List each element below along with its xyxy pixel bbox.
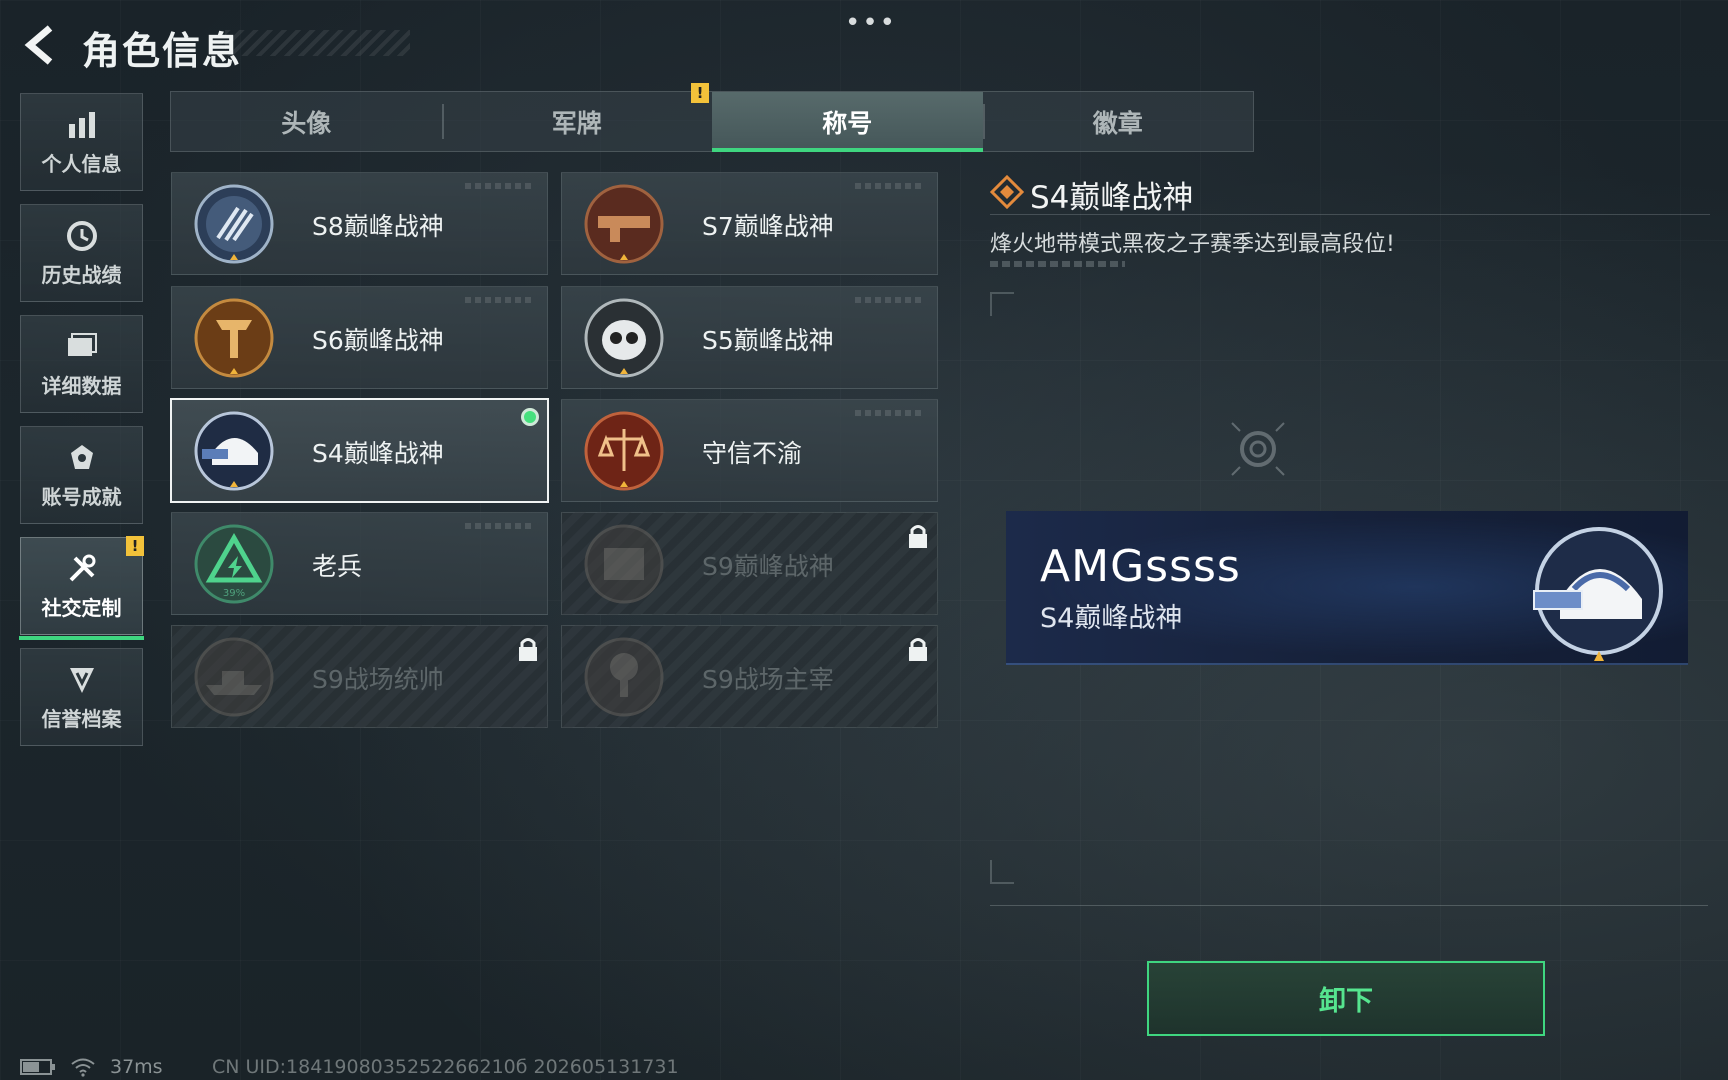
veteran-emblem-icon: 39%	[194, 524, 274, 604]
description-decoration	[990, 261, 1125, 267]
title-card-s5[interactable]: S5巅峰战神	[561, 286, 938, 389]
title-name: S6巅峰战神	[312, 326, 444, 355]
s4-large-emblem-icon	[1533, 527, 1663, 661]
detail-description: 烽火地带模式黑夜之子赛季达到最高段位!	[990, 232, 1395, 257]
nav-label: 社交定制	[41, 595, 122, 620]
status-bar: 37ms	[20, 1056, 163, 1078]
title-card-s9-dominator-locked[interactable]: S9战场主宰	[561, 625, 938, 728]
wifi-icon	[71, 1058, 95, 1077]
nav-item-achievements[interactable]: 账号成就	[20, 426, 143, 524]
veteran-progress: 39%	[223, 588, 245, 599]
nav-label: 个人信息	[41, 151, 122, 176]
banner-title: S4巅峰战神	[1040, 603, 1183, 634]
title-card-s7[interactable]: S7巅峰战神	[561, 172, 938, 275]
card-decoration	[855, 297, 925, 303]
title-name: S7巅峰战神	[702, 212, 834, 241]
tab-alert-badge: !	[691, 83, 709, 103]
lock-icon	[909, 525, 927, 548]
tab-label: 军牌	[551, 108, 602, 138]
card-decoration	[855, 183, 925, 189]
unequip-button[interactable]: 卸下	[1147, 961, 1545, 1036]
title-name: S4巅峰战神	[312, 439, 444, 468]
nav-item-match-history[interactable]: 历史战绩	[20, 204, 143, 302]
bar-chart-icon	[68, 111, 95, 138]
battery-icon	[20, 1059, 55, 1075]
lock-icon	[519, 638, 537, 661]
nav-label: 历史战绩	[41, 262, 122, 287]
title-name: S8巅峰战神	[312, 212, 444, 241]
title-card-s4[interactable]: S4巅峰战神	[170, 398, 549, 503]
nav-item-detailed-data[interactable]: 详细数据	[20, 315, 143, 413]
nav-label: 信誉档案	[41, 706, 122, 731]
tab-dog-tag[interactable]: 军牌	[441, 92, 713, 151]
shield-icon	[69, 667, 94, 693]
clock-icon	[66, 220, 97, 251]
player-name: AMGssss	[1040, 541, 1241, 592]
title-decoration	[225, 30, 410, 56]
title-name: 守信不渝	[702, 439, 803, 468]
side-nav: 个人信息 历史战绩 详细数据 账号成就 社交定制 ! 信誉档案	[19, 93, 144, 759]
title-preview-banner: AMGssss S4巅峰战神	[1006, 511, 1688, 665]
card-decoration	[465, 297, 535, 303]
nav-label: 账号成就	[41, 484, 122, 509]
title-card-s9-commander-locked[interactable]: S9战场统帅	[171, 625, 548, 728]
title-name: S5巅峰战神	[702, 326, 834, 355]
s9-dominator-emblem-icon	[584, 637, 664, 717]
frame-corner	[990, 292, 1014, 316]
s7-emblem-icon	[584, 184, 664, 264]
nav-item-social-custom[interactable]: 社交定制 !	[19, 536, 144, 640]
s4-emblem-icon	[194, 411, 274, 491]
s6-emblem-icon	[194, 298, 274, 378]
achievement-icon	[70, 444, 93, 469]
tab-titles[interactable]: 称号	[712, 92, 983, 152]
crosshair-icon	[1231, 422, 1285, 476]
page-title: 角色信息	[82, 29, 243, 73]
title-card-s9-locked[interactable]: S9巅峰战神	[561, 512, 938, 615]
back-arrow-icon[interactable]	[20, 22, 66, 68]
nav-label: 详细数据	[41, 373, 122, 398]
title-name: S9战场统帅	[312, 665, 444, 694]
frame-corner	[990, 860, 1014, 884]
title-card-s6[interactable]: S6巅峰战神	[171, 286, 548, 389]
tools-icon	[69, 554, 95, 581]
more-menu-icon[interactable]: •••	[845, 8, 897, 38]
card-decoration	[465, 523, 535, 529]
card-decoration	[855, 410, 925, 416]
s9-emblem-icon	[584, 524, 664, 604]
tab-badges[interactable]: 徽章	[982, 92, 1254, 151]
tab-avatar[interactable]: 头像	[171, 92, 442, 151]
title-name: 老兵	[312, 552, 363, 581]
title-card-s8[interactable]: S8巅峰战神	[171, 172, 548, 275]
alert-badge: !	[126, 536, 144, 556]
title-name: S9战场主宰	[702, 665, 834, 694]
equipped-indicator	[521, 408, 539, 426]
tab-bar: 头像 军牌 称号 徽章	[170, 91, 1254, 152]
uid-label: CN UID:1841908035252266210б 202605131731	[212, 1056, 679, 1078]
title-name: S9巅峰战神	[702, 552, 834, 581]
ping-label: 37ms	[110, 1056, 163, 1078]
bottom-divider	[990, 905, 1708, 906]
folder-icon	[67, 332, 97, 356]
title-card-veteran[interactable]: 39% 老兵	[171, 512, 548, 615]
card-decoration	[465, 183, 535, 189]
title-diamond-icon	[990, 175, 1024, 209]
s9-commander-emblem-icon	[194, 637, 274, 717]
nav-item-personal-info[interactable]: 个人信息	[20, 93, 143, 191]
s5-emblem-icon	[584, 298, 664, 378]
detail-title: S4巅峰战神	[1030, 180, 1194, 216]
title-card-trustworthy[interactable]: 守信不渝	[561, 399, 938, 502]
s8-emblem-icon	[194, 184, 274, 264]
lock-icon	[909, 638, 927, 661]
scales-emblem-icon	[584, 411, 664, 491]
detail-divider	[990, 214, 1710, 215]
nav-item-credit-record[interactable]: 信誉档案	[20, 648, 143, 746]
